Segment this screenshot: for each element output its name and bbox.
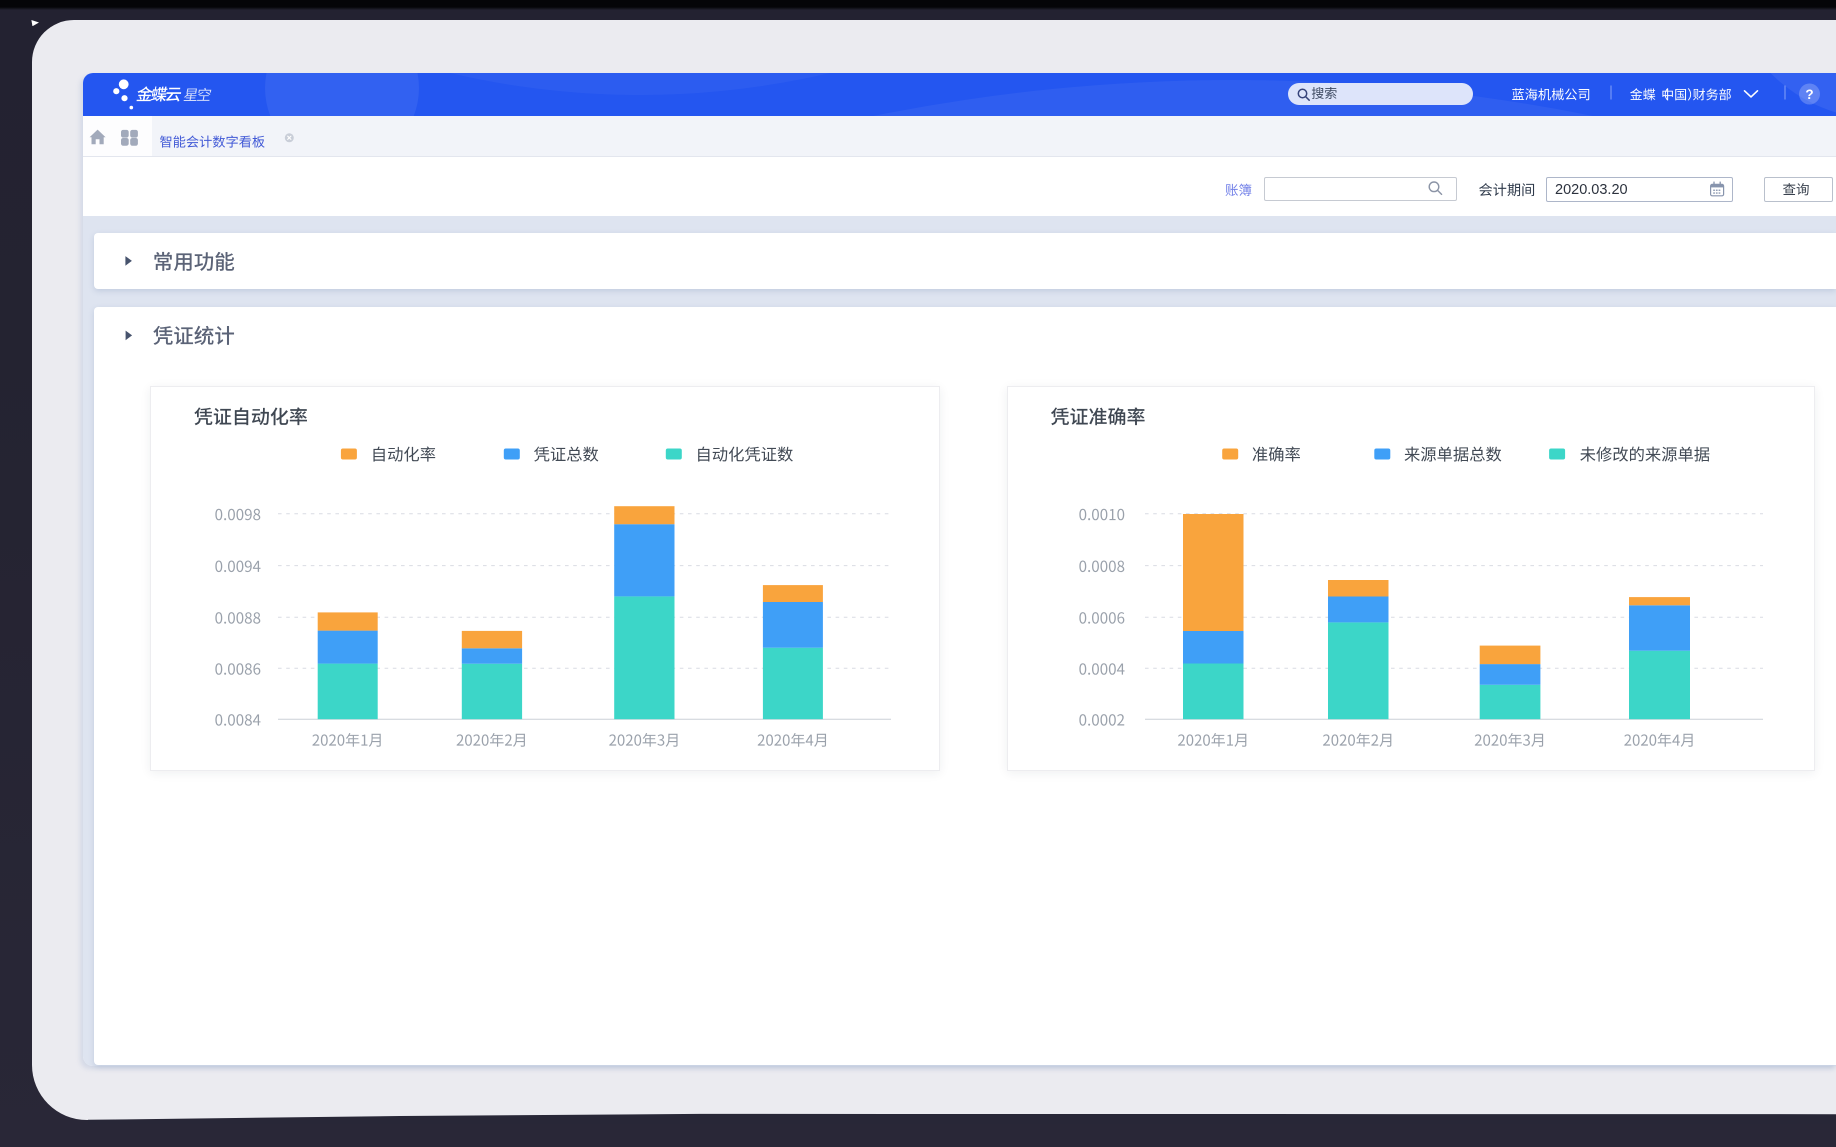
svg-text:?: ? <box>1805 87 1813 102</box>
